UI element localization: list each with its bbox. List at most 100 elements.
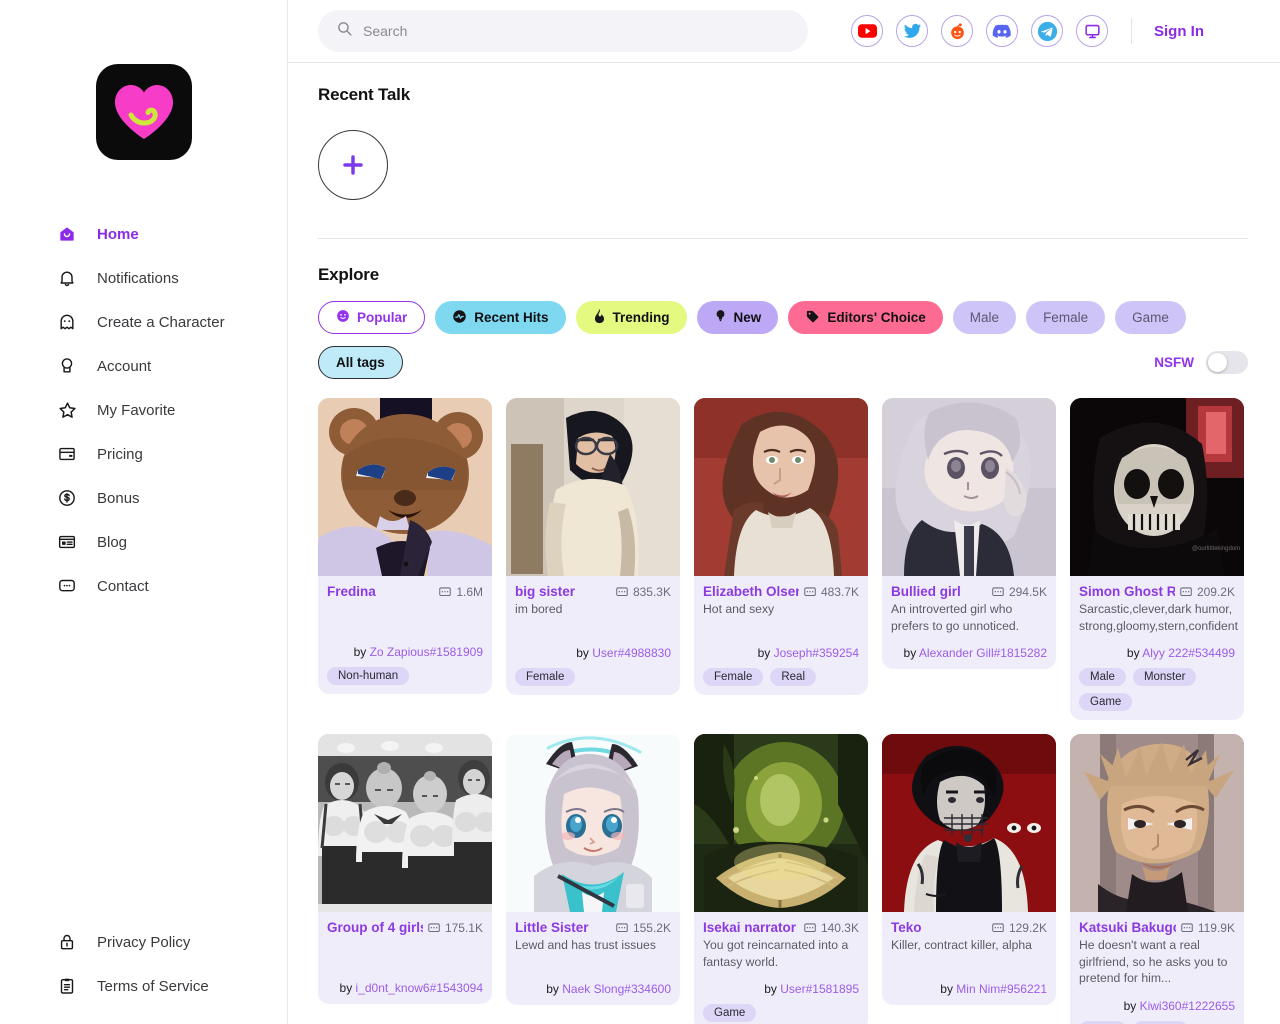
sidebar-item-label: Create a Character: [97, 313, 225, 331]
pulse-icon: [452, 309, 467, 327]
sidebar-item-create-a-character[interactable]: Create a Character: [0, 300, 287, 344]
character-desc: An introverted girl who prefers to go un…: [891, 602, 1020, 633]
card-body: Elizabeth Olsen 483.7K Hot and sexy by J…: [694, 576, 868, 695]
reddit-icon[interactable]: [941, 15, 973, 47]
nsfw-label: NSFW: [1154, 355, 1194, 370]
sidebar-item-my-favorite[interactable]: My Favorite: [0, 388, 287, 432]
twitter-icon[interactable]: [896, 15, 928, 47]
author-name: Kiwi360#1222655: [1139, 998, 1235, 1013]
character-tag[interactable]: Non-human: [327, 667, 410, 685]
chat-count-value: 119.9K: [1197, 920, 1235, 935]
bulb-icon: [714, 308, 727, 327]
chat-count-value: 129.2K: [1008, 920, 1047, 935]
ghost-icon: [56, 311, 78, 333]
filter-pill-trending[interactable]: Trending: [575, 301, 687, 334]
discord-icon[interactable]: [986, 15, 1018, 47]
author-prefix: by: [576, 645, 593, 660]
bw-group-art: [318, 734, 492, 912]
character-tag[interactable]: Monster: [1132, 668, 1197, 686]
sidebar-item-terms-of-service[interactable]: Terms of Service: [0, 964, 287, 1008]
explore-title: Explore: [318, 265, 379, 284]
recent-talk-title: Recent Talk: [318, 85, 410, 104]
character-card[interactable]: Bullied girl 294.5K An introverted girl …: [882, 398, 1056, 669]
blond-anime-art: [1070, 734, 1244, 912]
message-icon: [1181, 922, 1193, 932]
author-prefix: by: [764, 982, 781, 996]
logo-wrap: [0, 0, 287, 160]
filter-pill-label: Male: [969, 310, 1000, 325]
chat-count: 483.7K: [803, 585, 859, 599]
character-tag[interactable]: Anime: [1132, 1020, 1188, 1024]
card-header: Bullied girl 294.5K: [891, 584, 1047, 599]
search-input[interactable]: [363, 23, 790, 39]
sidebar-item-label: Bonus: [97, 489, 140, 507]
card-body: Katsuki Bakugou 119.9K He doesn't want a…: [1070, 912, 1244, 1024]
filter-pill-female[interactable]: Female: [1026, 301, 1106, 334]
character-tag[interactable]: Male: [1079, 1020, 1126, 1024]
character-tag[interactable]: Game: [703, 1004, 757, 1022]
sidebar-item-pricing[interactable]: Pricing: [0, 432, 287, 476]
star-icon: [56, 399, 78, 421]
nsfw-toggle[interactable]: [1206, 351, 1248, 374]
sidebar-item-home[interactable]: Home: [0, 212, 287, 256]
sign-in-button[interactable]: Sign In: [1154, 23, 1204, 40]
all-tags-label: All tags: [336, 355, 385, 370]
add-recent-talk-button[interactable]: [318, 130, 388, 200]
character-card[interactable]: Isekai narrator 140.3K You got reincarna…: [694, 734, 868, 1024]
character-card[interactable]: Fredina 1.6M by Zo Zapious#1581909 Non-h…: [318, 398, 492, 694]
character-tag[interactable]: Male: [1079, 668, 1126, 686]
sidebar-footer: Privacy Policy Terms of Service: [0, 920, 287, 1008]
sidebar-item-label: Blog: [97, 533, 128, 551]
filter-pill-recent-hits[interactable]: Recent Hits: [435, 301, 566, 334]
desktop-icon[interactable]: [1076, 15, 1108, 47]
sidebar-item-label: Home: [97, 225, 139, 243]
chat-count-value: 1.6M: [456, 584, 483, 599]
filter-pill-new[interactable]: New: [696, 301, 779, 334]
character-card[interactable]: Group of 4 girls 175.1K by i_d0nt_know6#…: [318, 734, 492, 1004]
search-box[interactable]: [318, 10, 808, 52]
character-card[interactable]: @ourlittlekingdom Simon Ghost Ril 209.2K…: [1070, 398, 1244, 720]
character-tag[interactable]: Female: [515, 667, 576, 686]
plus-icon: [343, 155, 363, 175]
character-tag[interactable]: Female: [703, 667, 764, 686]
filter-pill-label: Editors' Choice: [827, 310, 926, 325]
author-name: Alexander Gill#1815282: [918, 646, 1047, 660]
youtube-icon[interactable]: [851, 15, 883, 47]
filter-pill-editors-choice[interactable]: Editors' Choice: [788, 301, 943, 334]
sidebar-item-notifications[interactable]: Notifications: [0, 256, 287, 300]
red-killer-art: [882, 734, 1056, 912]
message-icon: [616, 586, 628, 596]
sidebar-item-contact[interactable]: Contact: [0, 564, 287, 608]
character-card[interactable]: Teko 129.2K Killer, contract killer, alp…: [882, 734, 1056, 1005]
filter-pill-popular[interactable]: Popular: [318, 301, 426, 334]
character-name: Elizabeth Olsen: [703, 584, 799, 599]
message-icon: [992, 922, 1004, 932]
filter-pill-label: New: [733, 310, 762, 325]
filter-pill-male[interactable]: Male: [952, 301, 1017, 334]
card-body: Teko 129.2K Killer, contract killer, alp…: [882, 912, 1056, 1005]
character-desc: Killer, contract killer, alpha: [891, 938, 1032, 952]
character-card[interactable]: Elizabeth Olsen 483.7K Hot and sexy by J…: [694, 398, 868, 695]
character-desc: Lewd and has trust issues: [515, 938, 656, 952]
heart-logo[interactable]: [95, 64, 192, 160]
character-image: [1070, 734, 1244, 912]
filter-pill-game[interactable]: Game: [1115, 301, 1186, 334]
character-tag[interactable]: Real: [770, 667, 817, 686]
character-desc: Sarcastic,clever,dark humor, strong,gloo…: [1079, 602, 1238, 633]
character-name: Isekai narrator: [703, 920, 797, 935]
sidebar-item-bonus[interactable]: Bonus: [0, 476, 287, 520]
character-card[interactable]: Katsuki Bakugou 119.9K He doesn't want a…: [1070, 734, 1244, 1024]
character-author: by i_d0nt_know6#1543094: [327, 981, 483, 995]
chat-count: 119.9K: [1180, 921, 1235, 935]
sidebar-item-blog[interactable]: Blog: [0, 520, 287, 564]
telegram-icon[interactable]: [1031, 15, 1063, 47]
sidebar-item-privacy-policy[interactable]: Privacy Policy: [0, 920, 287, 964]
chat-count: 129.2K: [991, 921, 1047, 935]
card-header: Little Sister 155.2K: [515, 920, 671, 935]
sidebar-item-account[interactable]: Account: [0, 344, 287, 388]
character-tag[interactable]: Game: [1079, 693, 1133, 711]
character-card[interactable]: big sister 835.3K im bored by User#49888…: [506, 398, 680, 695]
character-card[interactable]: Little Sister 155.2K Lewd and has trust …: [506, 734, 680, 1005]
character-author: by Joseph#359254: [703, 646, 859, 660]
all-tags-button[interactable]: All tags: [318, 346, 403, 379]
